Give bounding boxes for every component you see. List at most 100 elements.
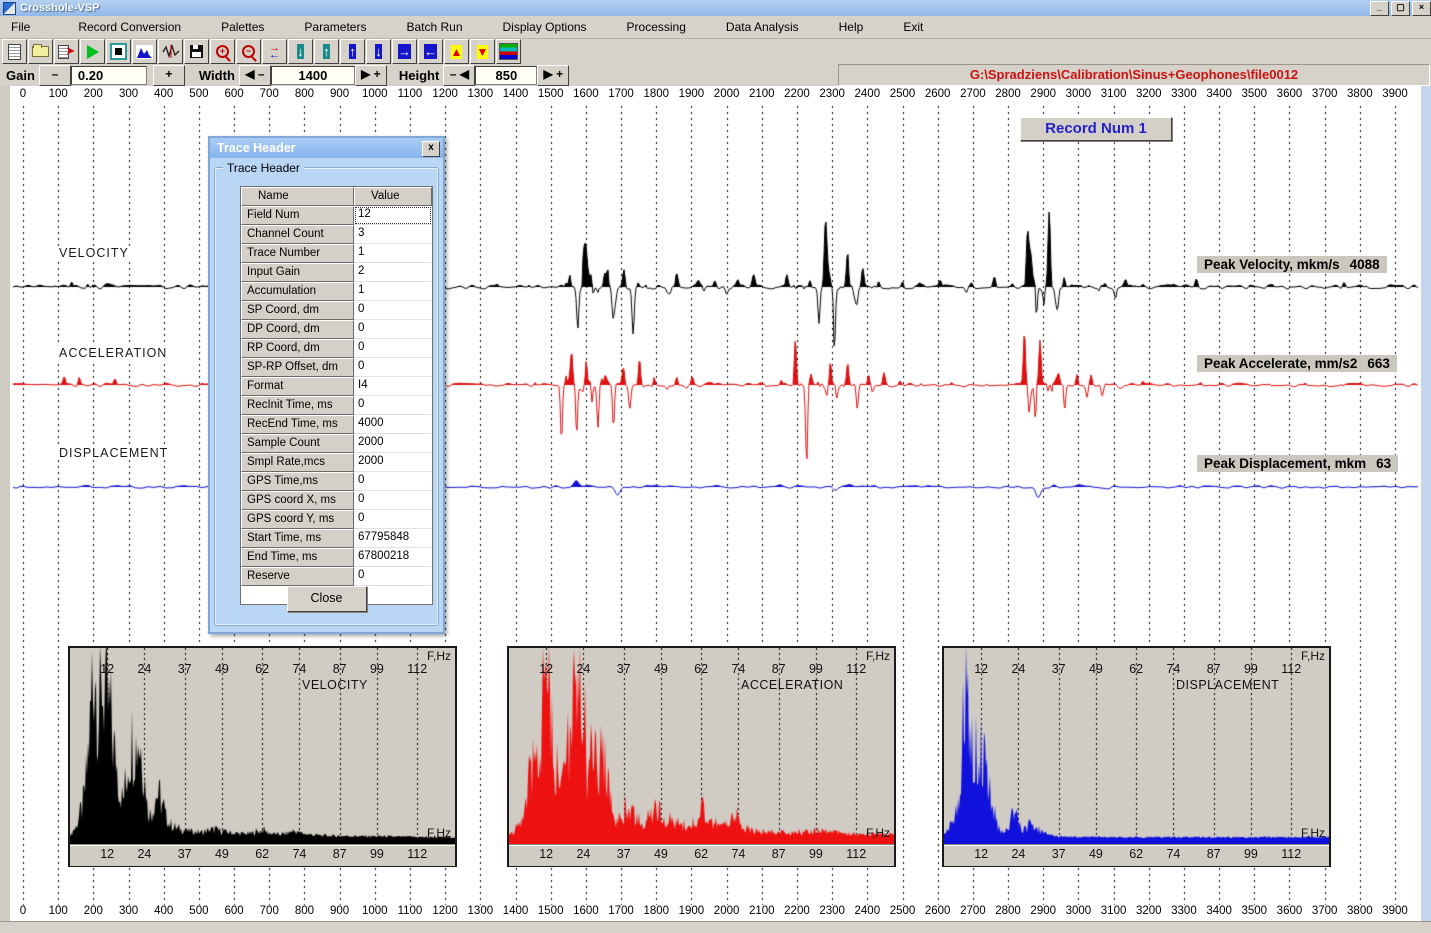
toolbar: ➤+−→←↓↑↑↓→←▲▼	[2, 39, 521, 64]
save-convert-button[interactable]: ➤	[54, 39, 79, 64]
ruler-tick-label: 1300	[468, 905, 494, 917]
field-value-cell[interactable]: 0	[354, 567, 432, 586]
field-name-cell: DP Coord, dm	[241, 320, 354, 339]
freq-axis-label-baseline: F,Hz	[1301, 826, 1325, 840]
field-value-cell[interactable]: I4	[354, 377, 432, 396]
freq-tick-label: 62	[255, 847, 269, 861]
teal-up-arrow-button[interactable]: ↑	[314, 39, 339, 64]
field-value-cell[interactable]: 1	[354, 282, 432, 301]
ruler-tick-label: 0	[20, 88, 26, 100]
gain-plus-button[interactable]: +	[153, 65, 185, 86]
freq-tick-label: 112	[1281, 662, 1301, 676]
field-value-cell[interactable]: 3	[354, 225, 432, 244]
teal-down-arrow-button[interactable]: ↓	[288, 39, 313, 64]
gain-minus-button[interactable]: –	[39, 65, 71, 86]
freq-tick-label: 74	[731, 662, 745, 676]
close-button[interactable]: ×	[1412, 1, 1431, 16]
open-folder-button[interactable]	[28, 39, 53, 64]
ruler-tick-label: 2100	[749, 905, 775, 917]
swap-arrows-button[interactable]: →←	[262, 39, 287, 64]
field-name-cell: SP-RP Offset, dm	[241, 358, 354, 377]
zoom-out-button[interactable]: −	[236, 39, 261, 64]
blue-up-arrow-button[interactable]: ↑	[340, 39, 365, 64]
zoom-in-button[interactable]: +	[210, 39, 235, 64]
table-row: Sample Count2000	[241, 434, 432, 453]
menu-item-exit[interactable]: Exit	[894, 17, 932, 37]
menu-item-display-options[interactable]: Display Options	[494, 17, 596, 37]
field-value-cell[interactable]: 2000	[354, 434, 432, 453]
save-icon	[190, 45, 203, 58]
freq-tick-label: 87	[1207, 847, 1221, 861]
ruler-tick-label: 1100	[398, 88, 423, 100]
field-value-cell[interactable]: 0	[354, 358, 432, 377]
field-value-cell[interactable]: 4000	[354, 415, 432, 434]
red-triangle-up-button[interactable]: ▲	[444, 39, 469, 64]
menu-item-help[interactable]: Help	[830, 17, 873, 37]
menu-item-palettes[interactable]: Palettes	[212, 17, 273, 37]
freq-tick-label: 74	[731, 847, 745, 861]
blue-right-arrow-icon: →	[398, 44, 411, 59]
save-button[interactable]	[184, 39, 209, 64]
field-value-cell[interactable]: 0	[354, 472, 432, 491]
field-value-cell[interactable]: 2000	[354, 453, 432, 472]
freq-tick-label: 62	[1129, 662, 1143, 676]
peak-acceleration-label: Peak Accelerate, mm/s2663	[1197, 355, 1397, 372]
field-value-cell[interactable]: 0	[354, 510, 432, 529]
height-field[interactable]: 850	[475, 66, 537, 85]
palette-button[interactable]	[496, 39, 521, 64]
stop-icon	[110, 43, 127, 60]
menu-item-data-analysis[interactable]: Data Analysis	[717, 17, 808, 37]
play-button[interactable]	[80, 39, 105, 64]
app-icon	[3, 2, 16, 15]
field-name-cell: Input Gain	[241, 263, 354, 282]
ruler-tick-label: 1100	[398, 905, 423, 917]
ruler-tick-label: 2800	[995, 88, 1021, 100]
table-row: Smpl Rate,mcs2000	[241, 453, 432, 472]
width-increase-button[interactable]: ▶ +	[355, 65, 387, 86]
dialog-title-bar[interactable]: Trace Header	[210, 138, 443, 158]
blue-right-arrow-button[interactable]: →	[392, 39, 417, 64]
title-bar: Crosshole-VSP _ ▢ ×	[0, 0, 1431, 16]
field-value-cell[interactable]: 12	[354, 206, 432, 225]
height-increase-button[interactable]: ▶ +	[537, 65, 569, 86]
field-value-cell[interactable]: 2	[354, 263, 432, 282]
menu-item-record-conversion[interactable]: Record Conversion	[69, 17, 190, 37]
field-value-cell[interactable]: 0	[354, 339, 432, 358]
freq-axis-label-baseline: F,Hz	[866, 826, 890, 840]
field-value-cell[interactable]: 67800218	[354, 548, 432, 567]
histogram-button[interactable]	[132, 39, 157, 64]
field-value-cell[interactable]: 0	[354, 320, 432, 339]
blue-down-arrow-button[interactable]: ↓	[366, 39, 391, 64]
maximize-button[interactable]: ▢	[1391, 1, 1410, 16]
gain-field[interactable]: 0.20	[71, 66, 147, 85]
field-name-cell: RP Coord, dm	[241, 339, 354, 358]
blue-left-arrow-button[interactable]: ←	[418, 39, 443, 64]
field-value-cell[interactable]: 0	[354, 396, 432, 415]
field-value-cell[interactable]: 0	[354, 491, 432, 510]
field-value-cell[interactable]: 1	[354, 244, 432, 263]
field-value-cell[interactable]: 67795848	[354, 529, 432, 548]
field-value-cell[interactable]: 0	[354, 301, 432, 320]
peak-displacement-text: Peak Displacement, mkm	[1204, 456, 1366, 471]
width-decrease-button[interactable]: ◀ –	[239, 65, 271, 86]
window-bottom-edge	[0, 921, 1431, 933]
waveform-icon	[162, 44, 180, 59]
ruler-tick-label: 2200	[784, 88, 810, 100]
freq-tick-label: 49	[215, 847, 229, 861]
menu-item-processing[interactable]: Processing	[618, 17, 695, 37]
menu-item-parameters[interactable]: Parameters	[295, 17, 375, 37]
waveform-button[interactable]	[158, 39, 183, 64]
height-decrease-button[interactable]: – ◀	[443, 65, 475, 86]
dialog-close-button[interactable]: Close	[287, 586, 367, 612]
menu-item-file[interactable]: File	[2, 17, 39, 37]
menu-item-batch-run[interactable]: Batch Run	[397, 17, 471, 37]
new-file-button[interactable]	[2, 39, 27, 64]
minimize-button[interactable]: _	[1370, 1, 1389, 16]
field-name-cell: Start Time, ms	[241, 529, 354, 548]
red-triangle-down-button[interactable]: ▼	[470, 39, 495, 64]
ruler-tick-label: 700	[260, 88, 279, 100]
value-column-header: Value	[354, 187, 432, 206]
stop-button[interactable]	[106, 39, 131, 64]
dialog-close-icon[interactable]: x	[422, 141, 440, 157]
width-field[interactable]: 1400	[271, 66, 355, 85]
